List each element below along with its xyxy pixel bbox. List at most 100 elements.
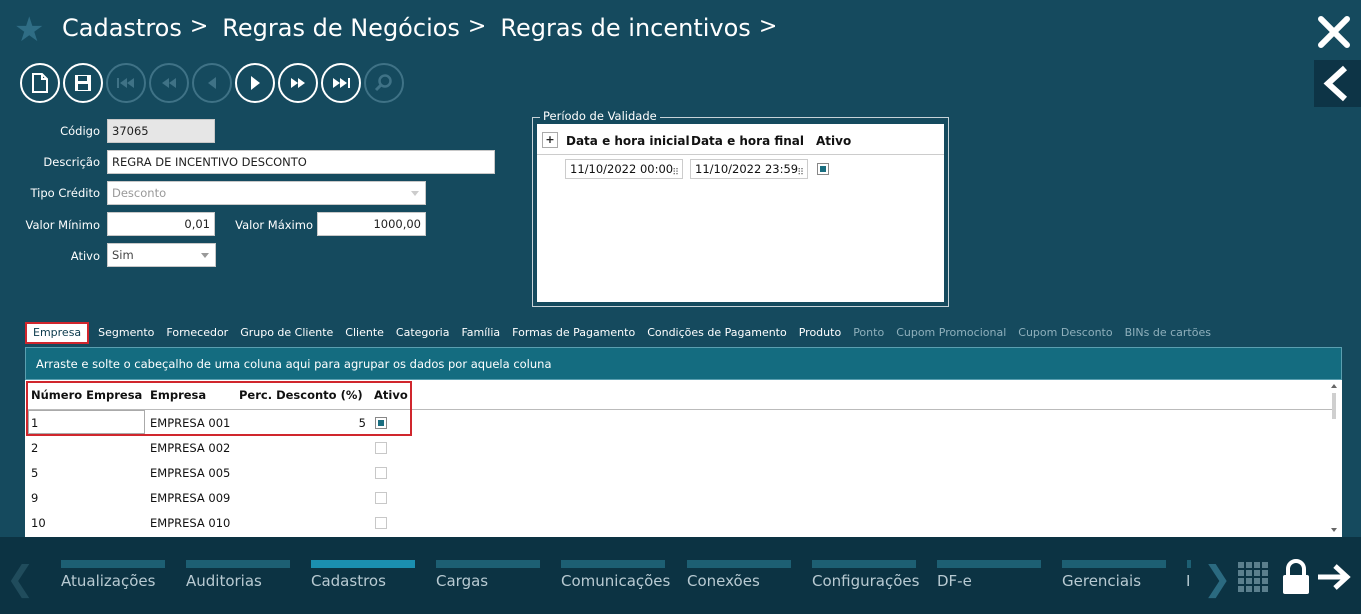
nav-indicator [61, 560, 165, 568]
validity-legend: Período de Validade [540, 109, 660, 123]
descricao-field[interactable]: REGRA DE INCENTIVO DESCONTO [107, 150, 495, 174]
nav-item-partial[interactable]: I [1186, 572, 1190, 590]
lock-icon[interactable] [1280, 559, 1312, 595]
search-button[interactable] [364, 63, 404, 103]
valor-minimo-label: Valor Mínimo [25, 218, 100, 232]
grid-header-highlight [26, 381, 412, 436]
record-toolbar [20, 63, 404, 103]
table-cell-numero[interactable]: 5 [31, 466, 38, 480]
apps-grid-icon[interactable] [1238, 562, 1270, 594]
breadcrumb-item-1[interactable]: Regras de Negócios [222, 14, 460, 42]
nav-item-auditorias[interactable]: Auditorias [186, 572, 262, 590]
save-button[interactable] [63, 63, 103, 103]
breadcrumb-separator: > [758, 14, 778, 39]
tab-familia[interactable]: Família [455, 322, 506, 344]
column-header-fim[interactable]: Data e hora final [691, 134, 804, 148]
table-cell-numero[interactable]: 9 [31, 491, 38, 505]
tab-categoria[interactable]: Categoria [390, 322, 456, 344]
scrollbar-thumb[interactable] [1332, 393, 1336, 419]
first-record-button[interactable] [106, 63, 146, 103]
nav-item-cadastros[interactable]: Cadastros [311, 572, 386, 590]
row-active-checkbox[interactable] [375, 442, 387, 454]
scroll-down-icon[interactable] [1330, 527, 1338, 533]
search-icon [374, 74, 392, 92]
ativo-label: Ativo [70, 249, 100, 263]
chevron-right-icon[interactable]: ❯ [1203, 559, 1232, 599]
chevron-left-icon[interactable]: ❮ [6, 559, 35, 599]
tipo-credito-label: Tipo Crédito [30, 186, 100, 200]
nav-item-dfe[interactable]: DF-e [937, 572, 972, 590]
tab-cliente[interactable]: Cliente [339, 322, 390, 344]
skip-back-icon [117, 78, 134, 88]
close-icon[interactable] [1316, 14, 1352, 50]
nav-item-atualizacoes[interactable]: Atualizações [61, 572, 155, 590]
calendar-icon[interactable]: ⠿ [797, 164, 804, 182]
star-icon[interactable]: ★ [14, 12, 50, 48]
chevron-down-icon [201, 253, 209, 258]
floppy-disk-icon [75, 75, 91, 91]
tab-ponto: Ponto [853, 326, 885, 339]
next-record-button[interactable] [235, 63, 275, 103]
table-cell-empresa[interactable]: EMPRESA 010 [150, 516, 230, 530]
table-cell-numero[interactable]: 10 [31, 516, 46, 530]
next-page-button[interactable] [278, 63, 318, 103]
breadcrumb: Cadastros > Regras de Negócios > Regras de… [62, 14, 783, 42]
table-cell-empresa[interactable]: EMPRESA 002 [150, 441, 230, 455]
collapse-panel-button[interactable] [1314, 60, 1361, 107]
nav-indicator [561, 560, 665, 568]
nav-item-conexoes[interactable]: Conexões [687, 572, 760, 590]
nav-item-gerenciais[interactable]: Gerenciais [1062, 572, 1141, 590]
tab-segmento[interactable]: Segmento [92, 322, 160, 344]
tab-condicoes-de-pagamento[interactable]: Condições de Pagamento [641, 322, 793, 344]
scroll-up-icon[interactable] [1330, 383, 1338, 389]
tab-grupo-de-cliente[interactable]: Grupo de Cliente [234, 322, 339, 344]
tab-cupom-promocional: Cupom Promocional [896, 326, 1007, 339]
group-by-drop-area[interactable]: Arraste e solte o cabeçalho de uma colun… [25, 347, 1342, 380]
empresa-tab-highlight [23, 320, 82, 346]
logout-arrow-icon[interactable] [1316, 563, 1352, 591]
breadcrumb-separator: > [467, 14, 487, 39]
table-cell-empresa[interactable]: EMPRESA 005 [150, 466, 230, 480]
end-datetime-field[interactable]: 11/10/2022 23:59 ⠿ [690, 159, 808, 179]
start-datetime-value: 11/10/2022 00:00 [570, 162, 674, 176]
row-active-checkbox[interactable] [375, 492, 387, 504]
nav-item-configuracoes[interactable]: Configurações [812, 572, 919, 590]
breadcrumb-item-0[interactable]: Cadastros [62, 14, 182, 42]
tab-fornecedor[interactable]: Fornecedor [160, 322, 234, 344]
validity-active-checkbox[interactable] [817, 163, 829, 175]
calendar-icon[interactable]: ⠿ [672, 164, 679, 182]
tipo-credito-select[interactable]: Desconto [107, 181, 426, 205]
play-back-icon [208, 77, 216, 89]
column-header-ativo[interactable]: Ativo [816, 134, 851, 148]
start-datetime-field[interactable]: 11/10/2022 00:00 ⠿ [565, 159, 683, 179]
codigo-label: Código [60, 124, 100, 138]
valor-maximo-field[interactable]: 1000,00 [317, 212, 426, 236]
breadcrumb-item-2[interactable]: Regras de incentivos [500, 14, 750, 42]
tab-produto[interactable]: Produto [793, 322, 847, 344]
skip-forward-icon [333, 78, 350, 88]
column-header-inicio[interactable]: Data e hora inicial [566, 134, 690, 148]
nav-item-cargas[interactable]: Cargas [436, 572, 488, 590]
row-active-checkbox[interactable] [375, 467, 387, 479]
grid-scrollbar[interactable] [1330, 383, 1338, 534]
tab-cupom-desconto: Cupom Desconto [1018, 326, 1113, 339]
row-active-checkbox[interactable] [375, 517, 387, 529]
previous-page-button[interactable] [149, 63, 189, 103]
valor-minimo-field[interactable]: 0,01 [107, 212, 215, 236]
tipo-credito-value: Desconto [112, 186, 167, 200]
table-cell-numero[interactable]: 2 [31, 441, 38, 455]
last-record-button[interactable] [321, 63, 361, 103]
add-row-button[interactable]: + [542, 132, 558, 148]
ativo-select[interactable]: Sim [107, 243, 216, 267]
new-document-button[interactable] [20, 63, 60, 103]
fast-forward-icon [291, 78, 305, 88]
descricao-label: Descrição [43, 155, 100, 169]
nav-indicator [1187, 560, 1191, 568]
nav-item-comunicacoes[interactable]: Comunicações [561, 572, 670, 590]
previous-record-button[interactable] [192, 63, 232, 103]
tab-formas-de-pagamento[interactable]: Formas de Pagamento [506, 322, 641, 344]
tab-bins-de-cartoes: BINs de cartões [1124, 326, 1211, 339]
module-navigation-bar: ❮ Atualizações Auditorias Cadastros Carg… [0, 537, 1361, 614]
table-cell-empresa[interactable]: EMPRESA 009 [150, 491, 230, 505]
document-icon [32, 73, 48, 93]
